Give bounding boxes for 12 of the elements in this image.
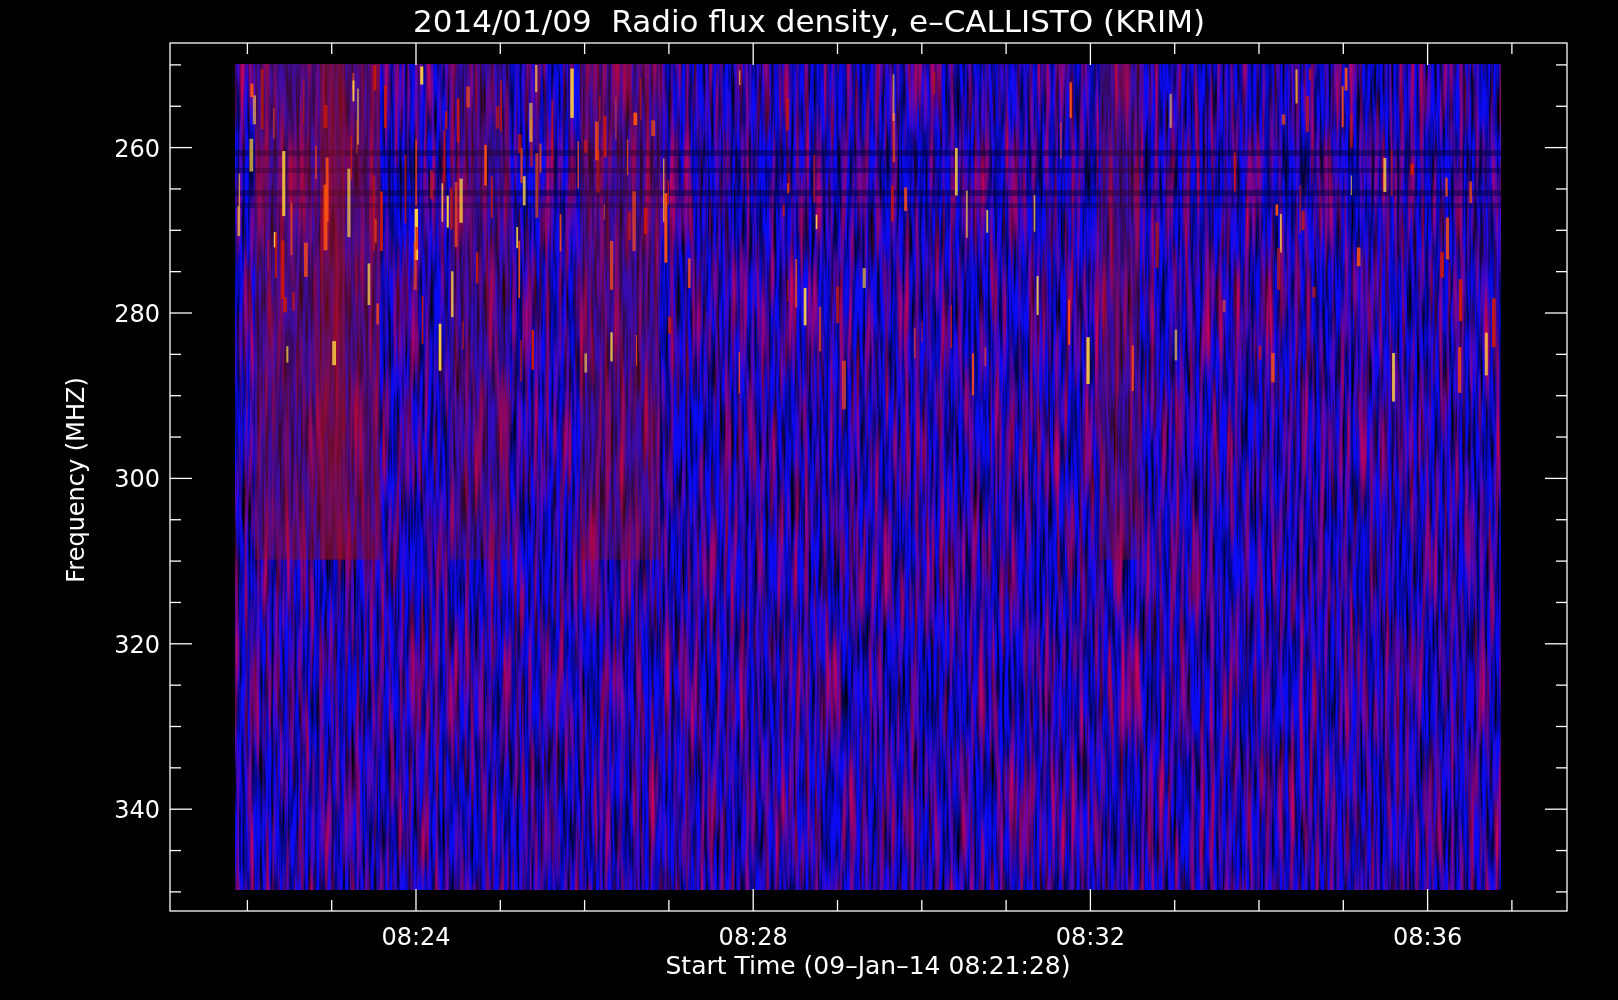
x-tick-label: 08:28 — [718, 923, 788, 951]
y-tick-label: 260 — [114, 134, 160, 163]
x-tick-label: 08:24 — [381, 923, 451, 951]
x-axis-label: Start Time (09–Jan–14 08:21:28) — [665, 951, 1071, 980]
y-tick-label: 280 — [114, 300, 160, 328]
x-tick-label: 08:36 — [1393, 923, 1463, 951]
y-tick-label: 300 — [114, 465, 160, 494]
y-axis-label: Frequency (MHZ) — [62, 377, 90, 583]
y-tick-label: 320 — [114, 630, 160, 659]
y-tick-label: 340 — [114, 796, 160, 825]
x-tick-label: 08:32 — [1055, 923, 1125, 951]
chart-title: 2014/01/09 Radio flux density, e–CALLISTO (KRIM) — [413, 3, 1205, 39]
